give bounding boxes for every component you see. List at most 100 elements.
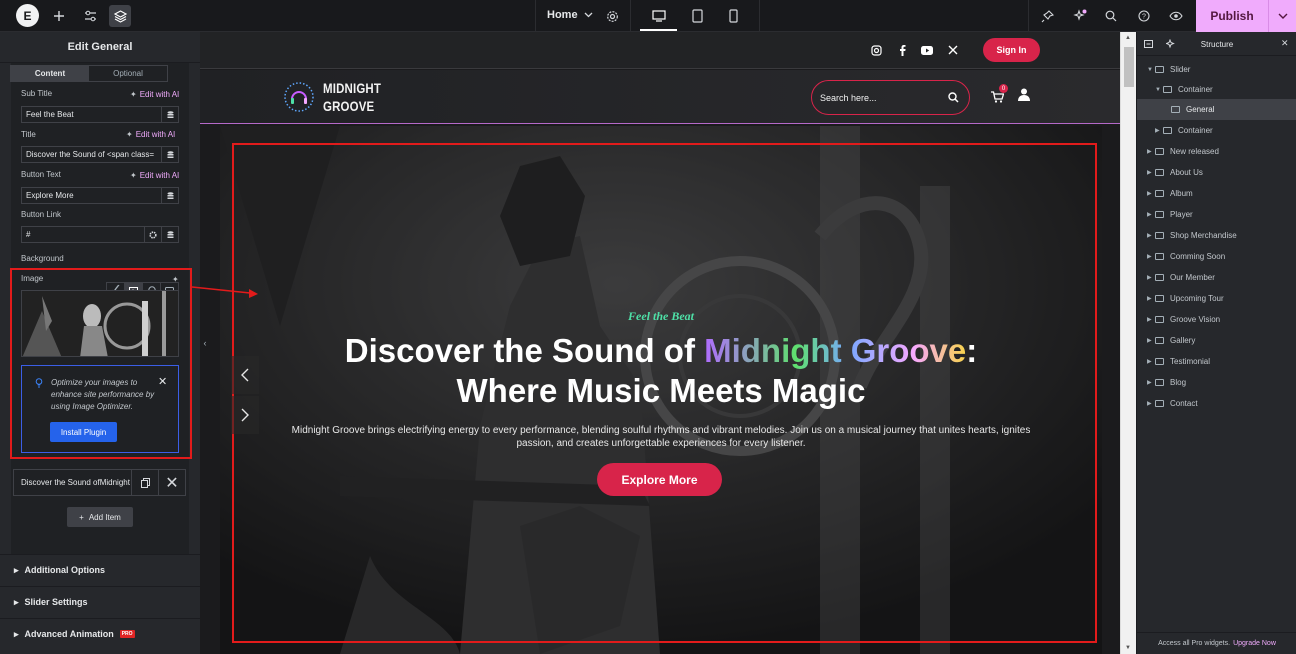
caret-down-icon[interactable]: ▼	[1155, 87, 1163, 93]
structure-item[interactable]: General	[1137, 99, 1296, 120]
youtube-icon[interactable]	[920, 43, 934, 57]
button-link-input[interactable]: #	[21, 226, 179, 243]
title-input[interactable]: Discover the Sound of <span class=	[21, 146, 179, 163]
caret-right-icon[interactable]: ▶	[1147, 232, 1155, 239]
sign-in-button[interactable]: Sign In	[983, 38, 1040, 62]
structure-item-label: Shop Merchandise	[1170, 231, 1237, 240]
caret-right-icon[interactable]: ▶	[1147, 211, 1155, 218]
structure-item[interactable]: ▶ About Us	[1137, 162, 1296, 183]
structure-item[interactable]: ▶ Blog	[1137, 372, 1296, 393]
caret-right-icon[interactable]: ▶	[1147, 190, 1155, 197]
site-search-input[interactable]: Search here...	[811, 80, 970, 115]
dynamic-tags-icon[interactable]	[161, 107, 178, 122]
caret-right-icon[interactable]: ▶	[1147, 358, 1155, 365]
scroll-down-icon[interactable]: ▼	[1125, 645, 1131, 651]
upgrade-now-link[interactable]: Upgrade Now	[1233, 640, 1276, 647]
caret-right-icon[interactable]: ▶	[1147, 337, 1155, 344]
settings-sliders-icon[interactable]	[82, 8, 98, 24]
page-select[interactable]: Home	[547, 9, 593, 21]
headphones-logo-icon	[284, 82, 314, 112]
caret-right-icon[interactable]: ▶	[1147, 379, 1155, 386]
caret-right-icon[interactable]: ▶	[1155, 127, 1163, 134]
canvas-scrollbar[interactable]: ▲ ▼	[1120, 32, 1136, 654]
structure-item[interactable]: ▶ Shop Merchandise	[1137, 225, 1296, 246]
tab-content[interactable]: Content	[11, 66, 89, 81]
tablet-icon[interactable]	[689, 8, 705, 24]
cart-icon[interactable]: 0	[991, 84, 1008, 108]
elementor-logo-icon[interactable]: E	[16, 4, 39, 27]
repeater-item[interactable]: Discover the Sound ofMidnight G ✕	[13, 469, 186, 496]
mobile-icon[interactable]	[725, 8, 741, 24]
structure-item-label: Slider	[1170, 65, 1191, 74]
gear-icon[interactable]	[604, 8, 620, 24]
caret-down-icon[interactable]: ▼	[1147, 67, 1155, 73]
button-text-input[interactable]: Explore More	[21, 187, 179, 204]
section-advanced-animation[interactable]: ▸ Advanced Animation PRO	[0, 618, 200, 649]
instagram-icon[interactable]	[869, 43, 883, 57]
publish-options-button[interactable]	[1268, 0, 1296, 32]
structure-item-label: Container	[1178, 85, 1213, 94]
link-options-gear-icon[interactable]	[144, 227, 161, 242]
preview-eye-icon[interactable]	[1168, 8, 1184, 24]
caret-right-icon[interactable]: ▶	[1147, 316, 1155, 323]
structure-item[interactable]: ▶ Player	[1137, 204, 1296, 225]
remove-icon[interactable]: ✕	[158, 470, 185, 495]
caret-right-icon[interactable]: ▶	[1147, 274, 1155, 281]
dynamic-tags-icon[interactable]	[161, 147, 178, 162]
explore-more-button[interactable]: Explore More	[597, 463, 722, 496]
x-icon[interactable]	[946, 43, 960, 57]
caret-right-icon[interactable]: ▶	[1147, 148, 1155, 155]
site-logo[interactable]: MIDNIGHT GROOVE	[283, 79, 394, 115]
sparkle-icon: ✦	[130, 90, 137, 99]
structure-item[interactable]: ▶ Our Member	[1137, 267, 1296, 288]
caret-right-icon[interactable]: ▶	[1147, 253, 1155, 260]
caret-right-icon[interactable]: ▶	[1147, 400, 1155, 407]
container-icon	[1163, 86, 1172, 93]
tab-optional[interactable]: Optional	[89, 66, 167, 81]
dynamic-tags-icon[interactable]	[161, 227, 178, 242]
structure-item[interactable]: ▶ Container	[1137, 120, 1296, 141]
structure-item-label: Container	[1178, 126, 1213, 135]
search-icon[interactable]	[1103, 8, 1119, 24]
sub-title-input[interactable]: Feel the Beat	[21, 106, 179, 123]
caret-right-icon[interactable]: ▶	[1147, 295, 1155, 302]
edit-with-ai-link[interactable]: ✦ Edit with AI	[130, 171, 179, 180]
publish-button[interactable]: Publish	[1196, 0, 1268, 32]
user-icon[interactable]	[1018, 88, 1030, 106]
caret-right-icon[interactable]: ▶	[1147, 169, 1155, 176]
add-icon[interactable]	[51, 8, 67, 24]
hero-slider[interactable]: Feel the Beat Discover the Sound of Midn…	[220, 126, 1102, 654]
structure-item[interactable]: ▶ Contact	[1137, 393, 1296, 414]
structure-item-label: Testimonial	[1170, 357, 1211, 366]
pin-icon[interactable]	[1039, 8, 1055, 24]
structure-item-label: Groove Vision	[1170, 315, 1221, 324]
close-icon[interactable]: ✕	[1281, 38, 1289, 49]
active-device-indicator	[640, 29, 677, 31]
structure-item[interactable]: ▶ Groove Vision	[1137, 309, 1296, 330]
help-icon[interactable]: ?	[1136, 8, 1152, 24]
structure-item[interactable]: ▶ Album	[1137, 183, 1296, 204]
dynamic-tags-icon[interactable]	[161, 188, 178, 203]
scroll-up-icon[interactable]: ▲	[1125, 35, 1131, 41]
facebook-icon[interactable]	[895, 43, 909, 57]
duplicate-icon[interactable]	[131, 470, 158, 495]
structure-item[interactable]: ▼ Slider	[1137, 59, 1296, 80]
layers-icon[interactable]	[109, 5, 131, 27]
structure-item[interactable]: ▶ Comming Soon	[1137, 246, 1296, 267]
structure-item[interactable]: ▶ Gallery	[1137, 330, 1296, 351]
structure-item-label: Player	[1170, 210, 1193, 219]
section-additional-options[interactable]: ▸ Additional Options	[0, 554, 200, 585]
add-item-button[interactable]: + Add Item	[67, 507, 133, 527]
sparkle-notification-icon[interactable]	[1072, 8, 1088, 24]
collapse-panel-button[interactable]: ‹	[200, 32, 210, 654]
scrollbar-thumb[interactable]	[1124, 47, 1134, 87]
section-slider-settings[interactable]: ▸ Slider Settings	[0, 586, 200, 617]
edit-with-ai-link[interactable]: ✦ Edit with AI	[130, 90, 179, 99]
structure-item[interactable]: ▶ Testimonial	[1137, 351, 1296, 372]
structure-item[interactable]: ▶ New released	[1137, 141, 1296, 162]
edit-with-ai-link[interactable]: ✦ Edit with AI	[126, 130, 175, 139]
pro-badge: PRO	[119, 630, 135, 638]
structure-item[interactable]: ▶ Upcoming Tour	[1137, 288, 1296, 309]
desktop-icon[interactable]	[651, 8, 667, 24]
structure-item[interactable]: ▼ Container	[1137, 79, 1296, 100]
